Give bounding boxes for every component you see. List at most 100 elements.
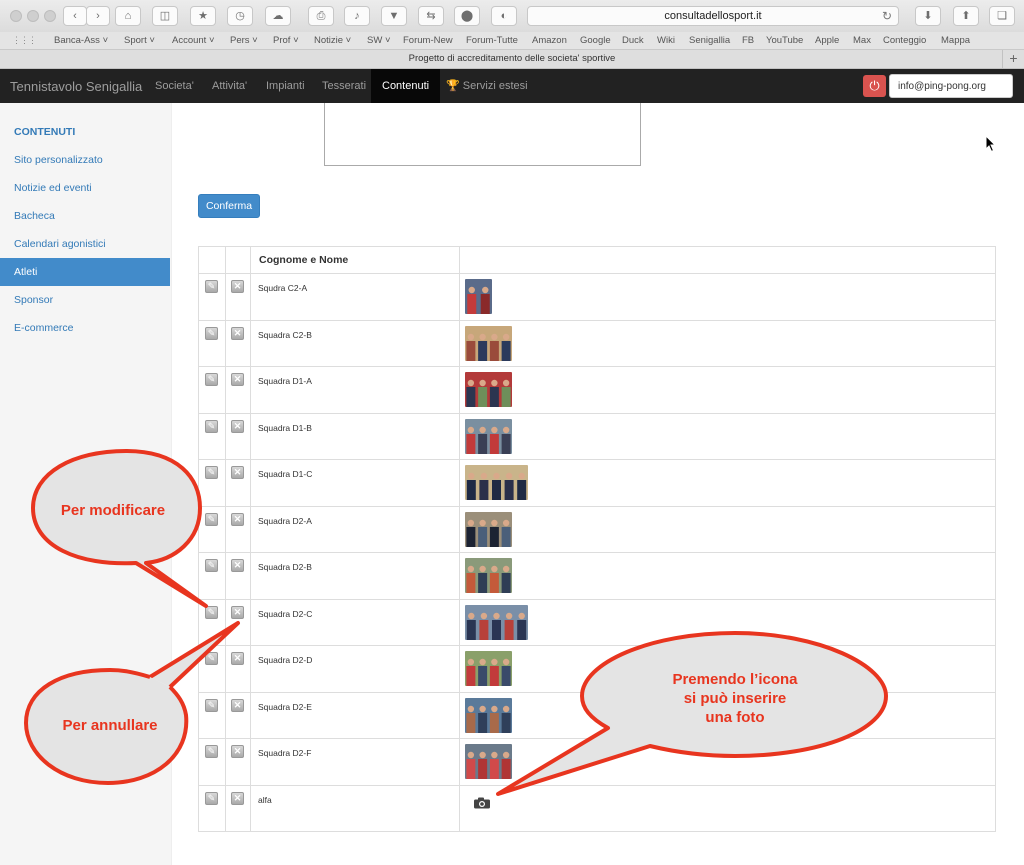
history-button[interactable]: ◷ <box>227 6 253 26</box>
chevron-left-icon: ‹ <box>73 10 77 22</box>
home-button[interactable]: ⌂ <box>115 6 141 26</box>
sidebar-item-sponsor[interactable]: Sponsor <box>0 286 170 314</box>
sidebar-item-sito-personalizzato[interactable]: Sito personalizzato <box>0 146 170 174</box>
browser-toolbar: ‹ › ⌂ ◫ ★ ◷ ☁ ⎙ ♪ ▼ ⇆ ⬤ ◐ consultadellos… <box>0 0 1024 32</box>
print-button[interactable]: ⎙ <box>308 6 334 26</box>
favorite-prof[interactable]: Prof ˅ <box>273 35 299 46</box>
tabs-overview-button[interactable]: ❏ <box>989 6 1015 26</box>
favorite-sport[interactable]: Sport ˅ <box>124 35 155 46</box>
table-row: ✎ ✕ Squadra D1-B <box>198 412 996 460</box>
share-button[interactable]: ⬆ <box>953 6 979 26</box>
nav-item-servizi-label: Servizi estesi <box>462 80 528 92</box>
printer-icon: ⎙ <box>316 10 326 22</box>
nav-item-impianti[interactable]: Impianti <box>266 69 305 103</box>
icloud-button[interactable]: ☁ <box>265 6 291 26</box>
chevron-down-icon: ˅ <box>290 35 299 46</box>
photo-cell <box>459 412 996 460</box>
favorite-forum-tutte[interactable]: Forum-Tutte <box>466 35 518 46</box>
reload-icon[interactable]: ↻ <box>882 7 892 25</box>
favorite-account[interactable]: Account ˅ <box>172 35 215 46</box>
delete-x-icon[interactable]: ✕ <box>231 559 244 572</box>
edit-pencil-icon[interactable]: ✎ <box>205 280 218 293</box>
forward-button[interactable]: › <box>86 6 110 26</box>
pocket-button[interactable]: ▼ <box>381 6 407 26</box>
edit-pencil-icon[interactable]: ✎ <box>205 791 218 805</box>
translate-button[interactable]: ⇆ <box>418 6 444 26</box>
favorite-wiki[interactable]: Wiki <box>657 35 675 46</box>
extension-2-button[interactable]: ◐ <box>491 6 517 26</box>
adblock-button[interactable]: ⬤ <box>454 6 480 26</box>
team-photo-thumbnail[interactable] <box>465 418 512 454</box>
team-photo-thumbnail[interactable] <box>465 558 512 593</box>
favorite-senigallia[interactable]: Senigallia <box>689 35 730 46</box>
delete-x-icon[interactable]: ✕ <box>231 280 244 293</box>
email-field[interactable] <box>889 74 1013 98</box>
edit-pencil-icon[interactable]: ✎ <box>205 419 218 433</box>
bookmarks-button[interactable]: ★ <box>190 6 216 26</box>
nav-item-servizi-estesi[interactable]: 🏆 Servizi estesi <box>446 69 528 103</box>
minimize-window-button[interactable] <box>27 10 39 22</box>
favorite-label: Notizie <box>314 35 344 46</box>
nav-item-societa[interactable]: Societa' <box>155 69 194 103</box>
address-bar[interactable]: consultadellosport.it ↻ <box>527 6 899 26</box>
downloads-button[interactable]: ⬇ <box>915 6 941 26</box>
favorite-forum-new[interactable]: Forum-New <box>403 35 453 46</box>
team-photo-thumbnail[interactable] <box>465 465 528 500</box>
sidebar-toggle-button[interactable]: ◫ <box>152 6 178 26</box>
favorite-label: YouTube <box>766 35 804 46</box>
logout-button[interactable]: ⏻ <box>863 75 886 97</box>
favorite-youtube[interactable]: YouTube <box>766 35 803 46</box>
power-icon: ⏻ <box>869 78 880 93</box>
edit-pencil-icon[interactable]: ✎ <box>205 373 218 386</box>
sidebar-item-notizie-ed-eventi[interactable]: Notizie ed eventi <box>0 174 170 202</box>
callout-photo-line-2: si può inserire <box>683 690 787 707</box>
team-photo-thumbnail[interactable] <box>465 372 512 407</box>
sidebar-item-bacheca[interactable]: Bacheca <box>0 202 170 230</box>
favorite-banca-ass[interactable]: Banca-Ass ˅ <box>54 35 108 46</box>
nav-item-contenuti[interactable]: Contenuti <box>371 69 441 103</box>
favorite-duck[interactable]: Duck <box>622 35 644 46</box>
favorite-label: Duck <box>622 35 644 46</box>
favorite-conteggio[interactable]: Conteggio <box>883 35 926 46</box>
chevron-down-icon: ˅ <box>99 35 109 46</box>
favorite-label: Pers <box>230 35 250 46</box>
team-photo-thumbnail[interactable] <box>465 279 492 314</box>
favorite-notizie[interactable]: Notizie ˅ <box>314 35 351 46</box>
confirm-button[interactable]: Conferma <box>198 194 260 218</box>
text-editor-area[interactable] <box>324 103 641 166</box>
zoom-window-button[interactable] <box>44 10 56 22</box>
edit-cell: ✎ <box>198 366 226 414</box>
favorite-apple[interactable]: Apple <box>815 35 839 46</box>
delete-x-icon[interactable]: ✕ <box>231 791 244 805</box>
favorite-pers[interactable]: Pers ˅ <box>230 35 258 46</box>
tab-title[interactable]: Progetto di accreditamento delle societa… <box>409 53 616 64</box>
edit-pencil-icon[interactable]: ✎ <box>205 326 218 340</box>
close-window-button[interactable] <box>10 10 22 22</box>
sidebar-item-atleti[interactable]: Atleti <box>0 258 170 286</box>
camera-icon[interactable] <box>473 797 491 809</box>
favorite-amazon[interactable]: Amazon <box>532 35 567 46</box>
grid-icon[interactable]: ⋮⋮⋮ <box>12 35 37 46</box>
extension-button[interactable]: ♪ <box>344 6 370 26</box>
delete-x-icon[interactable]: ✕ <box>231 326 244 340</box>
favorite-sw[interactable]: SW ˅ <box>367 35 391 46</box>
team-photo-thumbnail[interactable] <box>465 511 512 547</box>
sidebar-item-calendari-agonistici[interactable]: Calendari agonistici <box>0 230 170 258</box>
back-button[interactable]: ‹ <box>63 6 87 26</box>
callout-modify: Per modificare <box>28 448 218 613</box>
favorite-max[interactable]: Max <box>853 35 871 46</box>
delete-x-icon[interactable]: ✕ <box>231 512 244 526</box>
team-photo-thumbnail[interactable] <box>465 325 512 361</box>
cloud-icon: ☁ <box>272 10 284 22</box>
favorite-fb[interactable]: FB <box>742 35 754 46</box>
favorite-mappa[interactable]: Mappa <box>941 35 970 46</box>
delete-x-icon[interactable]: ✕ <box>231 466 244 479</box>
sidebar-item-e-commerce[interactable]: E-commerce <box>0 314 170 342</box>
favorite-google[interactable]: Google <box>580 35 611 46</box>
delete-x-icon[interactable]: ✕ <box>231 419 244 433</box>
delete-x-icon[interactable]: ✕ <box>231 373 244 386</box>
site-brand[interactable]: Tennistavolo Senigallia <box>10 79 142 94</box>
new-tab-button[interactable]: + <box>1002 50 1024 68</box>
nav-item-attivita[interactable]: Attivita' <box>212 69 247 103</box>
nav-item-tesserati[interactable]: Tesserati <box>322 69 366 103</box>
